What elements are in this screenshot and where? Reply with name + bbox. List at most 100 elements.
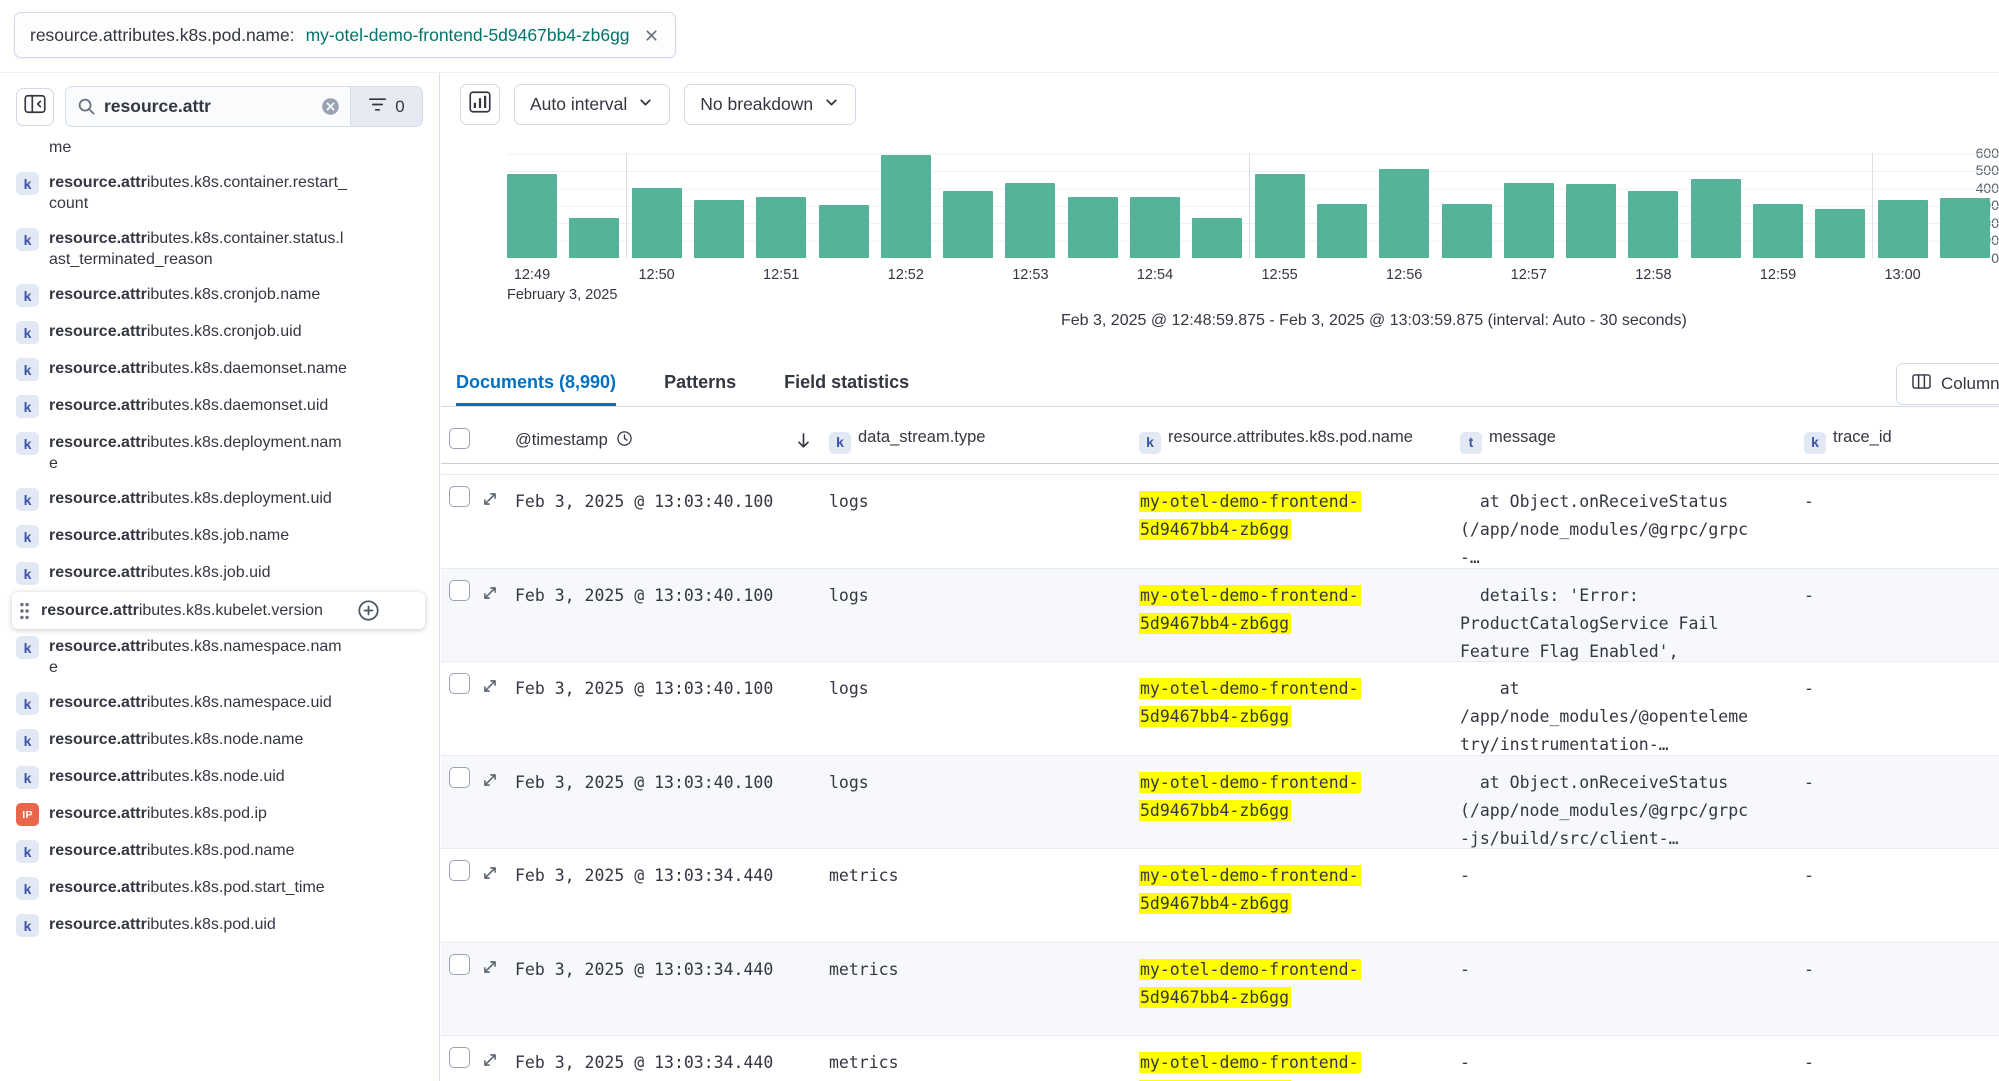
histogram-bar[interactable]: [1628, 191, 1678, 258]
tab-field-statistics[interactable]: Field statistics: [784, 361, 909, 406]
chart-options-button[interactable]: [460, 84, 500, 125]
expand-document-icon[interactable]: [481, 868, 499, 886]
histogram-bar[interactable]: [1566, 184, 1616, 258]
keyword-token-icon: k: [16, 172, 39, 195]
field-filter-button[interactable]: 0: [350, 87, 422, 126]
top-filter-bar: resource.attributes.k8s.pod.name: my-ote…: [0, 0, 1999, 73]
drag-handle-icon[interactable]: [18, 601, 31, 621]
ip-token-icon: IP: [16, 803, 39, 826]
histogram-bar[interactable]: [756, 197, 806, 258]
column-header-timestamp[interactable]: @timestamp: [515, 430, 829, 452]
field-item[interactable]: kresource.attributes.k8s.namespace.name: [16, 629, 427, 685]
histogram-bar[interactable]: [1753, 204, 1803, 258]
x-axis-tick-label: 12:58: [1635, 267, 1671, 283]
field-item[interactable]: kresource.attributes.k8s.cronjob.name: [16, 277, 427, 314]
histogram-bar[interactable]: [881, 155, 931, 258]
tab-patterns[interactable]: Patterns: [664, 361, 736, 406]
field-name: resource.attributes.k8s.deployment.name: [49, 432, 349, 474]
histogram-bar[interactable]: [632, 188, 682, 258]
field-name: resource.attributes.k8s.pod.uid: [49, 914, 276, 935]
histogram-bar[interactable]: [1005, 183, 1055, 258]
histogram-bar[interactable]: [1442, 204, 1492, 258]
histogram-bar[interactable]: [694, 200, 744, 258]
histogram-bar[interactable]: [1815, 209, 1865, 258]
field-name: resource.attributes.k8s.namespace.uid: [49, 692, 332, 713]
field-item[interactable]: kresource.attributes.k8s.node.uid: [16, 759, 427, 796]
add-field-button[interactable]: [357, 599, 380, 622]
field-name: resource.attributes.k8s.job.uid: [49, 562, 270, 583]
filter-pill[interactable]: resource.attributes.k8s.pod.name: my-ote…: [14, 12, 676, 58]
chevron-down-icon: [637, 94, 654, 116]
table-row: Feb 3, 2025 @ 13:03:34.440metricsmy-otel…: [441, 849, 1999, 943]
row-checkbox[interactable]: [449, 954, 470, 975]
field-item[interactable]: kresource.attributes.k8s.namespace.uid: [16, 685, 427, 722]
sort-descending-icon[interactable]: [794, 431, 813, 450]
field-item[interactable]: kresource.attributes.k8s.pod.uid: [16, 907, 427, 944]
field-item[interactable]: kresource.attributes.k8s.pod.name: [16, 833, 427, 870]
field-item[interactable]: kresource.attributes.k8s.job.uid: [16, 555, 427, 592]
row-checkbox[interactable]: [449, 486, 470, 507]
clear-search-icon[interactable]: [321, 97, 340, 116]
collapse-sidebar-button[interactable]: [16, 88, 54, 126]
field-item[interactable]: kresource.attributes.k8s.daemonset.name: [16, 351, 427, 388]
histogram-bar[interactable]: [1504, 183, 1554, 258]
field-item[interactable]: kresource.attributes.k8s.cronjob.uid: [16, 314, 427, 351]
columns-button[interactable]: Columns: [1896, 363, 1999, 405]
field-item[interactable]: resource.attributes.k8s.kubelet.version: [12, 592, 425, 629]
timestamp-cell: Feb 3, 2025 @ 13:03:34.440: [515, 943, 829, 1036]
field-name: me: [49, 137, 71, 158]
field-item[interactable]: IPresource.attributes.k8s.pod.ip: [16, 796, 427, 833]
tab-documents[interactable]: Documents (8,990): [456, 361, 616, 406]
expand-document-icon[interactable]: [481, 681, 499, 699]
histogram-bar[interactable]: [569, 218, 619, 258]
histogram-bar[interactable]: [819, 205, 869, 258]
histogram-bar[interactable]: [1068, 197, 1118, 258]
column-header-trace-id[interactable]: ktrace_id: [1804, 427, 1999, 454]
field-search-input[interactable]: [104, 96, 311, 117]
column-header-label: data_stream.type: [858, 428, 986, 446]
field-item[interactable]: kresource.attributes.k8s.job.name: [16, 518, 427, 555]
column-header-message[interactable]: tmessage: [1460, 427, 1804, 454]
breakdown-dropdown-label: No breakdown: [700, 94, 813, 115]
expand-document-icon[interactable]: [481, 588, 499, 606]
row-checkbox[interactable]: [449, 860, 470, 881]
field-item[interactable]: kresource.attributes.k8s.deployment.name: [16, 425, 427, 481]
row-checkbox[interactable]: [449, 673, 470, 694]
row-checkbox[interactable]: [449, 1047, 470, 1068]
interval-dropdown[interactable]: Auto interval: [514, 84, 670, 125]
histogram-bar[interactable]: [1192, 218, 1242, 258]
histogram-bar[interactable]: [1691, 179, 1741, 258]
remove-filter-icon[interactable]: [643, 27, 660, 44]
column-header-data-stream-type[interactable]: kdata_stream.type: [829, 427, 1139, 454]
histogram-bar[interactable]: [1317, 204, 1367, 258]
histogram-bar[interactable]: [1940, 198, 1990, 258]
expand-document-icon[interactable]: [481, 494, 499, 512]
field-item[interactable]: me: [16, 137, 427, 165]
histogram-bar[interactable]: [1379, 169, 1429, 258]
field-item[interactable]: kresource.attributes.k8s.deployment.uid: [16, 481, 427, 518]
expand-document-icon[interactable]: [481, 962, 499, 980]
breakdown-dropdown[interactable]: No breakdown: [684, 84, 856, 125]
column-header-pod-name[interactable]: kresource.attributes.k8s.pod.name: [1139, 427, 1460, 454]
row-checkbox[interactable]: [449, 767, 470, 788]
field-item[interactable]: kresource.attributes.k8s.container.resta…: [16, 165, 427, 221]
histogram-bar[interactable]: [1130, 197, 1180, 258]
field-name: resource.attributes.k8s.kubelet.version: [41, 600, 341, 621]
pod-name-cell: my-otel-demo-frontend-5d9467bb4-zb6gg: [1139, 756, 1460, 849]
field-name: resource.attributes.k8s.daemonset.uid: [49, 395, 328, 416]
histogram-bar[interactable]: [943, 191, 993, 258]
histogram-bar[interactable]: [1878, 200, 1928, 258]
expand-document-icon[interactable]: [481, 1055, 499, 1073]
field-item[interactable]: kresource.attributes.k8s.node.name: [16, 722, 427, 759]
field-search-box[interactable]: 0: [65, 86, 423, 127]
field-item[interactable]: kresource.attributes.k8s.pod.start_time: [16, 870, 427, 907]
histogram-bar[interactable]: [1255, 174, 1305, 258]
x-axis-tick-label: 12:59: [1760, 267, 1796, 283]
expand-document-icon[interactable]: [481, 775, 499, 793]
field-item[interactable]: kresource.attributes.k8s.container.statu…: [16, 221, 427, 277]
data-stream-type-cell: logs: [829, 569, 1139, 662]
select-all-checkbox[interactable]: [449, 428, 470, 449]
row-checkbox[interactable]: [449, 580, 470, 601]
field-item[interactable]: kresource.attributes.k8s.daemonset.uid: [16, 388, 427, 425]
histogram-bar[interactable]: [507, 174, 557, 258]
